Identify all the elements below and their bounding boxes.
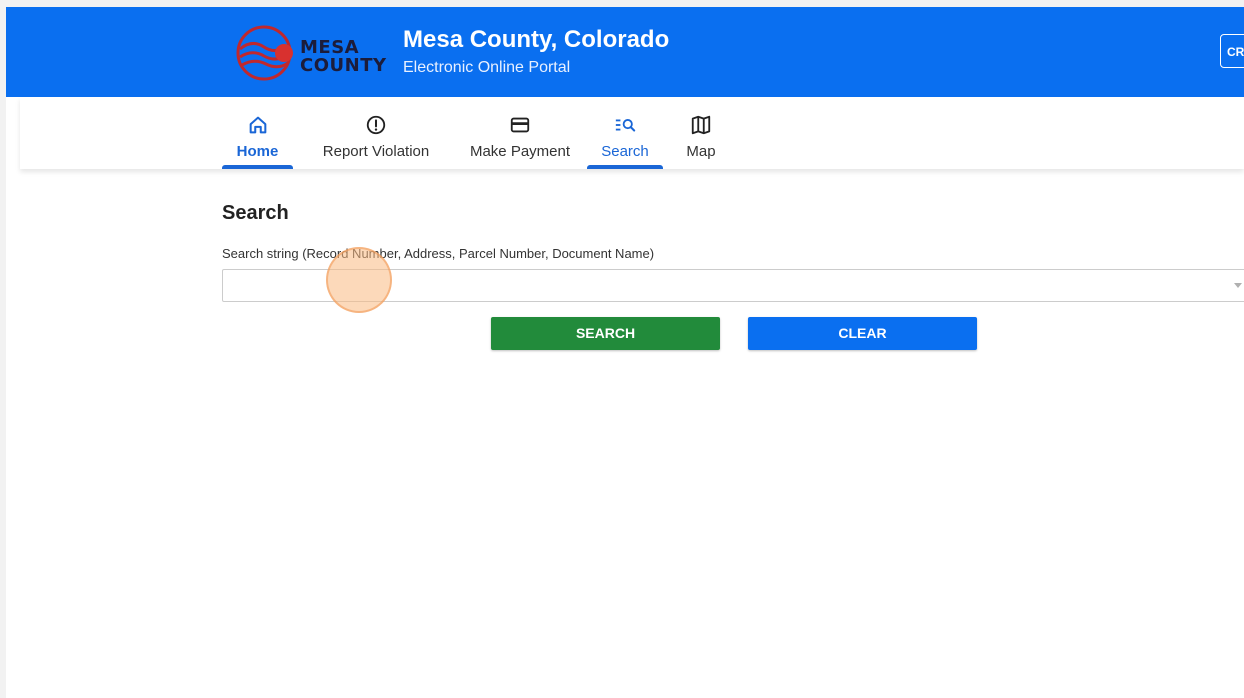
search-field-label: Search string (Record Number, Address, P…: [222, 246, 655, 261]
logo-line-2: COUNTY: [300, 55, 387, 76]
nav-label-search: Search: [601, 143, 649, 160]
dropdown-arrow-icon[interactable]: [1234, 283, 1242, 288]
site-subtitle: Electronic Online Portal: [403, 59, 571, 76]
logo-emblem-icon: [236, 25, 293, 81]
nav-label-home: Home: [236, 143, 279, 160]
nav-item-make-payment[interactable]: Make Payment: [460, 97, 580, 169]
nav-active-indicator-search: [587, 165, 663, 169]
nav-label-make-payment: Make Payment: [469, 143, 571, 160]
credit-card-icon: [510, 117, 530, 133]
nav-item-map[interactable]: Map: [680, 97, 722, 169]
site-title: Mesa County, Colorado: [403, 26, 670, 53]
home-icon: [249, 116, 266, 134]
nav-label-report-violation: Report Violation: [322, 143, 430, 160]
nav-label-map: Map: [686, 143, 716, 160]
header-bar: MESA COUNTY Mesa County, Colorado Electr…: [6, 7, 1244, 97]
header-right-button[interactable]: CR: [1220, 34, 1244, 68]
clear-button[interactable]: CLEAR: [748, 317, 977, 350]
alert-circle-icon: [366, 115, 386, 135]
page: MESA COUNTY Mesa County, Colorado Electr…: [6, 7, 1244, 698]
mesa-county-logo[interactable]: MESA COUNTY: [234, 25, 394, 81]
nav-item-home[interactable]: Home: [222, 97, 293, 169]
nav-item-search[interactable]: Search: [587, 97, 663, 169]
nav-item-report-violation[interactable]: Report Violation: [312, 97, 440, 169]
map-icon: [691, 115, 711, 135]
click-indicator: [326, 247, 392, 313]
main-nav: Home Report Violation Make Payment Searc…: [20, 97, 1244, 169]
logo-wordmark: MESA COUNTY: [300, 39, 387, 75]
search-button[interactable]: SEARCH: [491, 317, 720, 350]
search-heading: Search: [222, 202, 289, 224]
list-search-icon: [615, 119, 636, 132]
nav-active-indicator-home: [222, 165, 293, 169]
